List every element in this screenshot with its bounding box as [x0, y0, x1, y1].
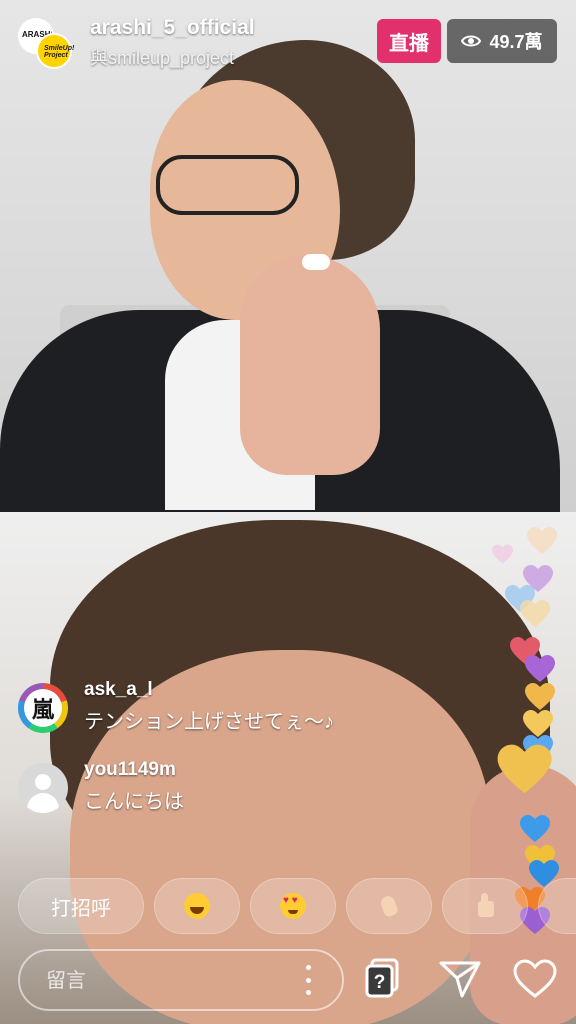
comment-text: テンション上げさせてぇ〜♪: [84, 711, 334, 733]
viewer-count: 49.7萬: [489, 32, 543, 52]
live-badge: 直播: [377, 19, 441, 63]
co-host-avatar[interactable]: SmileUp! Project: [36, 33, 75, 69]
live-stream-screen: ARASHI SmileUp! Project arashi_5_officia…: [0, 0, 576, 1024]
viewer-count-badge[interactable]: 49.7萬: [447, 19, 557, 63]
comment-username[interactable]: you1149m: [84, 759, 176, 781]
send-icon: [439, 961, 481, 998]
greet-label: 打招呼: [51, 897, 111, 920]
heart-icon: [513, 959, 557, 998]
live-header: ARASHI SmileUp! Project arashi_5_officia…: [0, 0, 576, 80]
co-host-avatar-text: SmileUp! Project: [44, 45, 75, 59]
eye-icon: [461, 34, 482, 48]
thumbs-up-icon: [472, 893, 498, 919]
host-username[interactable]: arashi_5_official: [90, 16, 255, 40]
default-avatar-body: [27, 793, 59, 813]
host-glasses: [156, 155, 299, 215]
comment-text: こんにちは: [84, 791, 184, 813]
comment-username[interactable]: ask_a_l: [84, 679, 153, 701]
greet-button[interactable]: 打招呼: [18, 878, 144, 934]
more-emoji-button[interactable]: [538, 878, 576, 934]
question-icon: ?: [365, 958, 399, 998]
laughing-emoji-button[interactable]: [154, 878, 240, 934]
laughing-face-icon: [184, 893, 210, 919]
share-button[interactable]: [437, 953, 483, 1005]
more-options-icon[interactable]: [298, 965, 318, 995]
thumbs-up-emoji-button[interactable]: [442, 878, 528, 934]
svg-text:?: ?: [374, 972, 386, 993]
question-button[interactable]: ?: [360, 953, 406, 1005]
host-hand: [240, 255, 380, 475]
heart-eyes-face-icon: [280, 893, 306, 919]
heart-eyes-emoji-button[interactable]: [250, 878, 336, 934]
commenter-avatar-glyph: 嵐: [24, 689, 62, 727]
comment-input[interactable]: [20, 951, 308, 1011]
commenter-avatar[interactable]: [18, 763, 68, 813]
comment-item[interactable]: you1149m こんにちは: [18, 755, 438, 835]
like-button[interactable]: [512, 953, 558, 1005]
waving-hand-icon: [376, 893, 402, 919]
wave-emoji-button[interactable]: [346, 878, 432, 934]
commenter-avatar[interactable]: 嵐: [18, 683, 68, 733]
co-host-label[interactable]: 與smileup_project: [90, 44, 234, 70]
comment-item[interactable]: 嵐 ask_a_l テンション上げさせてぇ〜♪: [18, 675, 438, 755]
earbud: [302, 254, 330, 270]
comment-input-box[interactable]: [18, 949, 344, 1011]
comment-list: 嵐 ask_a_l テンション上げさせてぇ〜♪ you1149m こんにちは: [18, 675, 438, 835]
default-avatar-icon: [35, 774, 51, 790]
quick-reactions-bar: 打招呼: [18, 878, 576, 936]
